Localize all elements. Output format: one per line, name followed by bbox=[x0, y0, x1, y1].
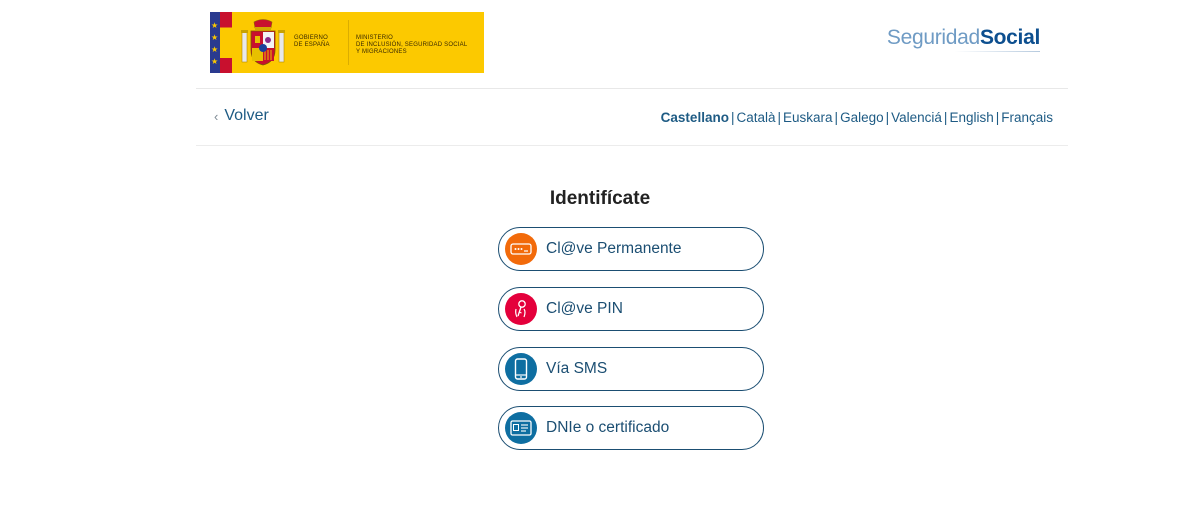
chevron-left-icon: ‹ bbox=[214, 108, 219, 124]
mobile-phone-icon bbox=[505, 353, 537, 385]
clave-permanente-label: Cl@ve Permanente bbox=[546, 240, 682, 257]
seguridad-social-logo[interactable]: SeguridadSocial bbox=[887, 26, 1040, 50]
language-selector: Castellano | Català | Euskara | Galego |… bbox=[661, 110, 1053, 125]
lang-catala[interactable]: Català bbox=[736, 110, 775, 125]
ministry-line-3: Y MIGRACIONES bbox=[356, 49, 407, 55]
via-sms-button[interactable]: Vía SMS bbox=[498, 347, 764, 391]
lang-separator: | bbox=[777, 110, 782, 125]
dnie-certificado-label: DNIe o certificado bbox=[546, 419, 670, 436]
spain-flag-strip bbox=[220, 12, 232, 73]
header: ★ ★ ★ ★ GOBIERNO DE ESPAÑA MINISTERIO DE… bbox=[196, 0, 1068, 89]
back-link[interactable]: ‹ Volver bbox=[214, 107, 269, 125]
ministry-line-1: MINISTERIO bbox=[356, 35, 394, 41]
page: ★ ★ ★ ★ GOBIERNO DE ESPAÑA MINISTERIO DE… bbox=[0, 0, 1200, 508]
nav-row: ‹ Volver Castellano | Català | Euskara |… bbox=[196, 89, 1068, 146]
lang-separator: | bbox=[943, 110, 948, 125]
clave-pin-label: Cl@ve PIN bbox=[546, 300, 623, 317]
lang-valencia[interactable]: Valenciá bbox=[891, 110, 942, 125]
ss-logo-underline bbox=[954, 51, 1040, 52]
government-logo[interactable]: ★ ★ ★ ★ GOBIERNO DE ESPAÑA MINISTERIO DE… bbox=[210, 12, 484, 73]
lang-galego[interactable]: Galego bbox=[840, 110, 884, 125]
dnie-certificado-button[interactable]: DNIe o certificado bbox=[498, 406, 764, 450]
lang-separator: | bbox=[730, 110, 735, 125]
password-field-icon bbox=[505, 233, 537, 265]
ministry-text: MINISTERIO DE INCLUSIÓN, SEGURIDAD SOCIA… bbox=[356, 35, 467, 56]
ss-logo-bold: Social bbox=[979, 26, 1040, 49]
ministry-line-2: DE INCLUSIÓN, SEGURIDAD SOCIAL bbox=[356, 42, 468, 48]
lang-castellano[interactable]: Castellano bbox=[661, 110, 729, 125]
clave-permanente-button[interactable]: Cl@ve Permanente bbox=[498, 227, 764, 271]
gov-line-2: DE ESPAÑA bbox=[294, 42, 330, 48]
back-link-label: Volver bbox=[224, 107, 269, 124]
clave-pin-button[interactable]: Cl@ve PIN bbox=[498, 287, 764, 331]
government-text: GOBIERNO DE ESPAÑA bbox=[294, 35, 330, 49]
id-card-icon bbox=[505, 412, 537, 444]
lang-separator: | bbox=[834, 110, 839, 125]
page-title: Identifícate bbox=[549, 188, 651, 209]
lang-euskara[interactable]: Euskara bbox=[783, 110, 833, 125]
gov-line-1: GOBIERNO bbox=[294, 35, 328, 41]
eu-flag-strip: ★ ★ ★ ★ bbox=[210, 12, 220, 73]
ss-logo-light: Seguridad bbox=[886, 26, 980, 49]
lang-francais[interactable]: Français bbox=[1001, 110, 1053, 125]
lang-separator: | bbox=[995, 110, 1000, 125]
logo-divider bbox=[348, 20, 349, 65]
coat-of-arms-icon bbox=[241, 19, 285, 66]
lang-english[interactable]: English bbox=[949, 110, 993, 125]
key-hand-icon bbox=[505, 293, 537, 325]
lang-separator: | bbox=[885, 110, 890, 125]
via-sms-label: Vía SMS bbox=[546, 360, 608, 377]
